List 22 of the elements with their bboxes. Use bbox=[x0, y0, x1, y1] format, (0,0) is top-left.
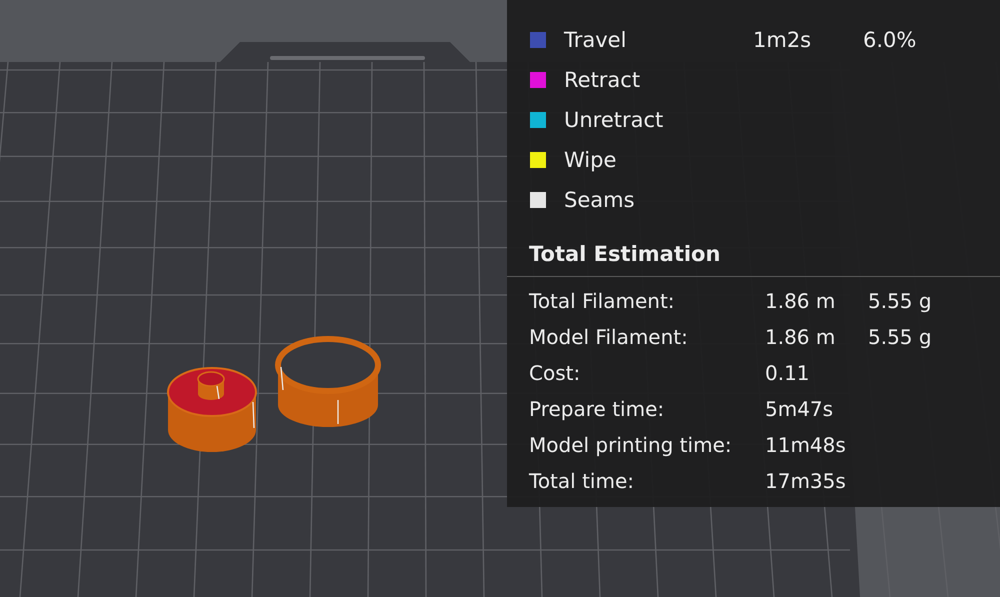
estimation-label: Model printing time: bbox=[529, 433, 733, 457]
estimation-value: 1.86 m bbox=[765, 289, 836, 313]
legend-label: Seams bbox=[564, 188, 636, 212]
estimation-value: 0.11 bbox=[765, 361, 811, 385]
estimation-value: 5m47s bbox=[765, 397, 834, 421]
estimation-value: 5.55 g bbox=[868, 325, 932, 349]
estimation-value: 11m48s bbox=[765, 433, 847, 457]
legend-time: 1m2s bbox=[753, 28, 812, 52]
legend-label: Travel bbox=[564, 28, 628, 52]
legend-percent: 6.0% bbox=[863, 28, 916, 52]
estimation-label: Model Filament: bbox=[529, 325, 689, 349]
estimation-label: Cost: bbox=[529, 361, 582, 385]
legend-label: Retract bbox=[564, 68, 642, 92]
estimation-value: 17m35s bbox=[765, 469, 847, 493]
estimation-value: 5.55 g bbox=[868, 289, 932, 313]
legend-label: Wipe bbox=[564, 148, 618, 172]
estimation-label: Total Filament: bbox=[529, 289, 676, 313]
estimation-label: Prepare time: bbox=[529, 397, 666, 421]
estimation-value: 1.86 m bbox=[765, 325, 836, 349]
section-title: Total Estimation bbox=[529, 242, 722, 268]
estimation-label: Total time: bbox=[529, 469, 635, 493]
legend-label: Unretract bbox=[564, 108, 664, 132]
